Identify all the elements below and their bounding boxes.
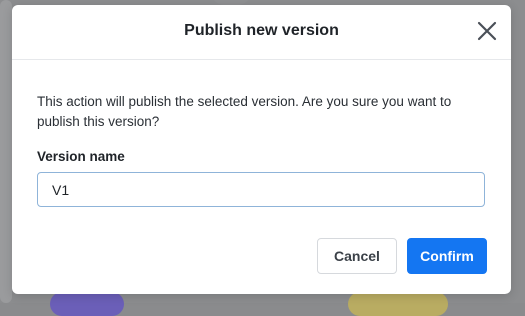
version-name-input[interactable] [38,173,484,206]
version-name-label: Version name [37,149,125,164]
background-panel [0,0,12,303]
background-badge [348,292,448,316]
close-icon [477,21,497,41]
version-name-field[interactable] [37,172,485,207]
publish-dialog: Publish new version This action will pub… [12,5,511,294]
background-badge [50,292,124,316]
dialog-title: Publish new version [184,22,339,39]
close-button[interactable] [475,19,499,43]
dialog-message: This action will publish the selected ve… [37,94,452,129]
confirm-button[interactable]: Confirm [407,238,487,274]
cancel-button[interactable]: Cancel [317,238,397,274]
dialog-header: Publish new version [12,5,511,60]
